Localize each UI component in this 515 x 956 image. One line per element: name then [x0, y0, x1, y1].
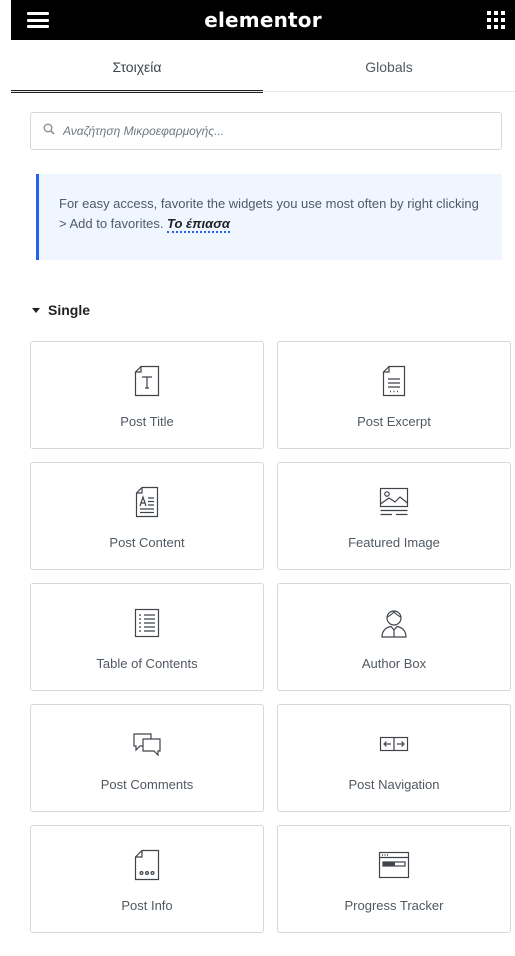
caret-down-icon [32, 307, 40, 313]
post-navigation-icon [379, 725, 409, 763]
widget-table-of-contents[interactable]: Table of Contents [30, 583, 264, 691]
featured-image-icon [378, 483, 410, 521]
widget-progress-tracker[interactable]: Progress Tracker [277, 825, 511, 933]
widgets-grid: Post Title Post Excerpt Post Content Fea… [30, 341, 511, 933]
search-box [30, 112, 502, 150]
widget-label: Post Content [109, 535, 185, 550]
progress-tracker-icon [378, 846, 410, 884]
widget-post-title[interactable]: Post Title [30, 341, 264, 449]
favorites-notice: For easy access, favorite the widgets yo… [36, 174, 502, 260]
hamburger-icon[interactable] [27, 12, 49, 28]
widget-label: Post Title [120, 414, 174, 429]
category-toggle-single[interactable]: Single [32, 302, 90, 318]
tabs-divider [11, 91, 515, 92]
post-title-icon [134, 362, 160, 400]
widget-author-box[interactable]: Author Box [277, 583, 511, 691]
widget-post-content[interactable]: Post Content [30, 462, 264, 570]
widget-post-info[interactable]: Post Info [30, 825, 264, 933]
notice-text: For easy access, favorite the widgets yo… [59, 196, 479, 231]
tab-elements[interactable]: Στοιχεία [11, 40, 263, 93]
post-content-icon [135, 483, 159, 521]
widget-label: Post Navigation [348, 777, 440, 792]
search-icon [43, 122, 55, 140]
widget-featured-image[interactable]: Featured Image [277, 462, 511, 570]
widget-label: Progress Tracker [344, 898, 444, 913]
notice-dismiss-link[interactable]: Το έπιασα [167, 216, 230, 233]
widget-label: Post Comments [100, 777, 194, 792]
tab-globals[interactable]: Globals [263, 40, 515, 92]
top-bar: elementor [11, 0, 515, 40]
widget-post-excerpt[interactable]: Post Excerpt [277, 341, 511, 449]
widget-label: Featured Image [348, 535, 440, 550]
panel-tabs: Στοιχεία Globals [11, 40, 515, 93]
table-of-contents-icon [134, 604, 160, 642]
widget-label: Post Excerpt [357, 414, 431, 429]
grid-icon[interactable] [487, 11, 505, 29]
category-label: Single [48, 302, 91, 318]
post-excerpt-icon [382, 362, 406, 400]
widget-label: Table of Contents [96, 656, 198, 671]
post-comments-icon [131, 725, 163, 763]
widget-post-comments[interactable]: Post Comments [30, 704, 264, 812]
author-box-icon [379, 604, 409, 642]
widget-post-navigation[interactable]: Post Navigation [277, 704, 511, 812]
widget-label: Author Box [361, 656, 427, 671]
search-input[interactable] [63, 124, 483, 138]
app-title: elementor [204, 8, 322, 32]
widget-label: Post Info [121, 898, 173, 913]
post-info-icon [134, 846, 160, 884]
